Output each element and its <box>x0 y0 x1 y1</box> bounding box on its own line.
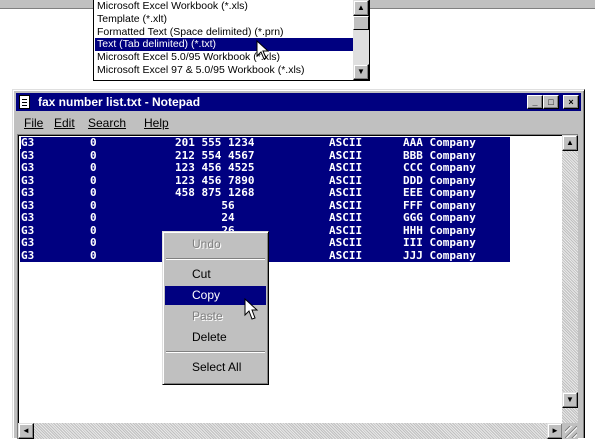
delete-label: Delete <box>192 330 227 344</box>
undo-label: Undo <box>192 237 221 251</box>
text-caret <box>20 137 21 149</box>
close-button[interactable]: × <box>563 95 579 109</box>
file-type-options: Microsoft Excel Workbook (*.xls) Template… <box>95 0 354 77</box>
minimize-button[interactable]: _ <box>527 95 543 109</box>
menu-separator <box>166 258 265 260</box>
text-line[interactable]: G3 0 123 456 4525 ASCII CCC Company <box>20 161 510 175</box>
menu-help[interactable]: Help <box>144 116 169 130</box>
line-field: ASCII <box>329 161 363 174</box>
title-bar[interactable]: fax number list.txt - Notepad _ □ × <box>16 93 581 111</box>
scroll-down-arrow-icon[interactable]: ▼ <box>353 64 369 80</box>
file-type-option[interactable]: Microsoft Excel 97 & 5.0/95 Workbook (*.… <box>95 64 354 77</box>
menu-item-delete[interactable]: Delete <box>165 328 266 347</box>
line-field: G3 <box>21 236 35 249</box>
mouse-pointer-icon <box>256 40 270 60</box>
save-as-type-dropdown-list[interactable]: Microsoft Excel Workbook (*.xls) Template… <box>93 0 370 81</box>
vertical-scrollbar[interactable]: ▲ ▼ <box>562 135 578 424</box>
text-editor[interactable]: G3 0 201 555 1234 ASCII AAA Company G3 0 212 55… <box>17 134 578 439</box>
notepad-window: fax number list.txt - Notepad _ □ × File… <box>12 89 585 439</box>
text-line[interactable]: G3 0 201 555 1234 ASCII AAA Company <box>20 137 510 150</box>
text-line[interactable]: G3 0 24 ASCII GGG Company <box>20 211 510 225</box>
line-field: ASCII <box>329 248 363 262</box>
line-field: G3 <box>21 211 35 224</box>
scroll-up-arrow-icon[interactable]: ▲ <box>353 0 369 16</box>
menu-item-undo[interactable]: Undo <box>165 235 266 254</box>
menu-file[interactable]: File <box>24 116 43 130</box>
line-field: G3 <box>21 161 35 174</box>
size-grip-icon[interactable] <box>565 426 577 438</box>
dropdown-scrollbar[interactable]: ▲ ▼ <box>353 0 369 80</box>
line-field: 0 <box>90 137 97 149</box>
dropdown-scroll-thumb[interactable] <box>353 16 369 30</box>
notepad-icon[interactable] <box>19 95 30 109</box>
line-field: G3 <box>21 248 35 262</box>
line-field: 0 <box>90 211 97 224</box>
line-field: 0 <box>90 161 97 174</box>
maximize-button[interactable]: □ <box>543 95 559 109</box>
menu-edit[interactable]: Edit <box>54 116 75 130</box>
scroll-up-arrow-icon[interactable]: ▲ <box>562 135 578 151</box>
file-type-option[interactable]: Text (Tab delimited) (*.txt) <box>95 38 354 52</box>
file-type-option[interactable]: Microsoft Excel 5.0/95 Workbook (*.xls) <box>95 51 354 64</box>
file-type-option[interactable]: Microsoft Excel Workbook (*.xls) <box>95 0 354 13</box>
line-field: ASCII <box>329 236 363 249</box>
paste-label: Paste <box>192 309 223 323</box>
line-field: 201 555 1234 <box>175 137 255 149</box>
line-field: 0 <box>90 248 97 262</box>
scroll-down-arrow-icon[interactable]: ▼ <box>562 392 578 408</box>
line-field: EEE Company <box>403 186 476 199</box>
line-field: 458 875 1268 <box>175 186 255 199</box>
menu-item-cut[interactable]: Cut <box>165 265 266 284</box>
scroll-left-arrow-icon[interactable]: ◄ <box>18 423 34 439</box>
horizontal-scrollbar[interactable]: ◄ ► <box>18 423 563 439</box>
line-field: G3 <box>21 186 35 199</box>
line-field: JJJ Company <box>403 248 476 262</box>
file-type-option[interactable]: Template (*.xlt) <box>95 13 354 26</box>
line-field: 24 <box>175 211 235 224</box>
scroll-right-arrow-icon[interactable]: ► <box>547 423 563 439</box>
window-title: fax number list.txt - Notepad <box>38 95 201 109</box>
line-field: AAA Company <box>403 137 476 149</box>
cut-label: Cut <box>192 267 211 281</box>
line-field: 0 <box>90 186 97 199</box>
menu-search[interactable]: Search <box>88 116 126 130</box>
menu-separator <box>166 351 265 353</box>
line-field: 0 <box>90 236 97 249</box>
line-field: GGG Company <box>403 211 476 224</box>
line-field: ASCII <box>329 137 363 149</box>
line-field: ASCII <box>329 211 363 224</box>
scrollbar-corner <box>562 423 578 439</box>
file-type-option[interactable]: Formatted Text (Space delimited) (*.prn) <box>95 26 354 39</box>
text-line[interactable]: G3 0 458 875 1268 ASCII EEE Company <box>20 186 510 200</box>
mouse-pointer-icon <box>244 298 259 320</box>
line-field: G3 <box>21 137 35 149</box>
menu-bar: File Edit Search Help <box>16 113 581 133</box>
editor-content[interactable]: G3 0 201 555 1234 ASCII AAA Company G3 0 212 55… <box>20 137 562 422</box>
line-field: III Company <box>403 236 476 249</box>
line-field: 123 456 4525 <box>175 161 255 174</box>
line-field: CCC Company <box>403 161 476 174</box>
menu-item-select-all[interactable]: Select All <box>165 358 266 377</box>
select-all-label: Select All <box>192 360 242 374</box>
line-field: ASCII <box>329 186 363 199</box>
copy-label: Copy <box>192 288 221 302</box>
